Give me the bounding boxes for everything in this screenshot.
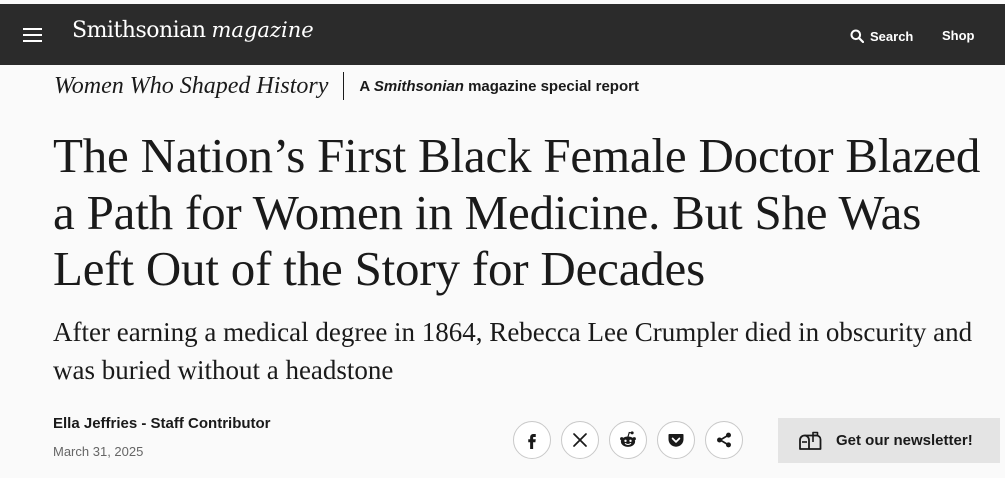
special-report-label: A Smithsonian magazine special report (359, 78, 639, 95)
hamburger-menu-icon[interactable] (18, 22, 48, 48)
newsletter-signup-button[interactable]: Get our newsletter! (778, 418, 1000, 463)
publish-date: March 31, 2025 (53, 444, 144, 459)
share-reddit-button[interactable] (609, 421, 647, 459)
shop-link[interactable]: Shop (942, 28, 975, 43)
facebook-icon (528, 434, 536, 449)
site-header: Smithsonian magazine Search Shop (0, 4, 1005, 65)
share-x-button[interactable] (561, 421, 599, 459)
report-suffix: magazine special report (468, 77, 639, 95)
newsletter-label: Get our newsletter! (836, 432, 973, 449)
share-pocket-button[interactable] (657, 421, 695, 459)
article-headline: The Nation’s First Black Female Doctor B… (53, 128, 981, 296)
logo-brand: Smithsonian (72, 18, 206, 43)
x-icon (573, 433, 587, 447)
report-brand: Smithsonian (373, 77, 464, 95)
pocket-icon (668, 434, 684, 447)
share-icon (717, 432, 731, 448)
logo-suffix: magazine (211, 18, 314, 42)
kicker-divider (343, 72, 345, 100)
article-dek: After earning a medical degree in 1864, … (53, 317, 973, 385)
search-button[interactable]: Search (850, 26, 913, 46)
author-byline[interactable]: Ella Jeffries - Staff Contributor (53, 415, 271, 432)
report-prefix: A (359, 77, 370, 95)
site-logo[interactable]: Smithsonian magazine (72, 18, 314, 43)
search-icon (850, 29, 864, 43)
share-more-button[interactable] (705, 421, 743, 459)
share-facebook-button[interactable] (513, 421, 551, 459)
reddit-icon (620, 431, 636, 447)
series-kicker: Women Who Shaped History A Smithsonian m… (54, 70, 639, 102)
search-label: Search (870, 28, 914, 44)
mailbox-icon (799, 431, 822, 450)
series-link[interactable]: Women Who Shaped History (54, 73, 328, 100)
